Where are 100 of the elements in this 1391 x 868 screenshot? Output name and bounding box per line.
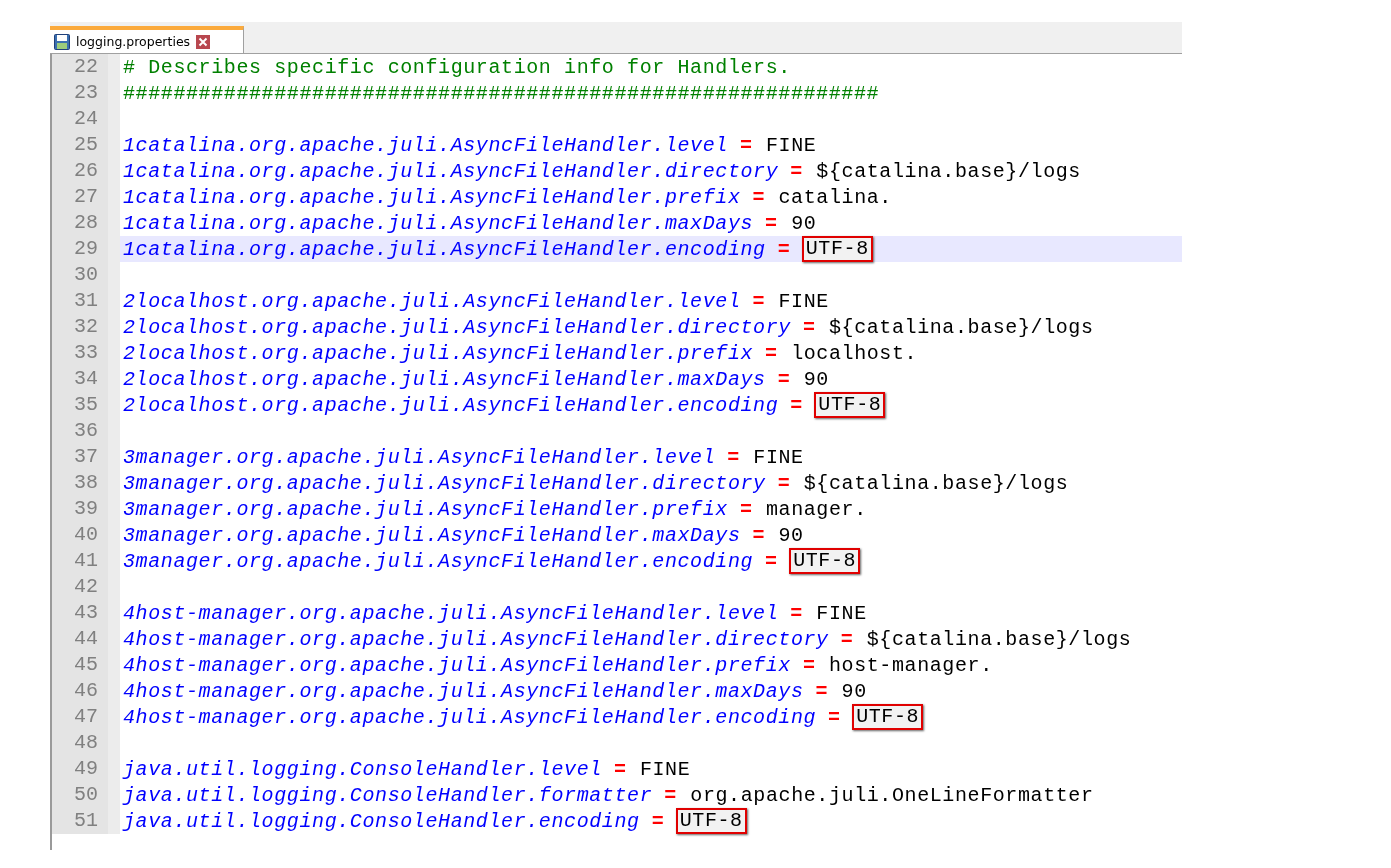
property-key: 3manager.org.apache.juli.AsyncFileHandler.level [123, 445, 716, 469]
property-key: 2localhost.org.apache.juli.AsyncFileHandler.prefix [123, 341, 754, 365]
line-number: 33 [52, 340, 120, 366]
comment-text: ############################################################ [123, 81, 880, 105]
property-key: 1catalina.org.apache.juli.AsyncFileHandler.maxDays [123, 211, 754, 235]
equals-sign: = [777, 367, 790, 391]
property-key: 4host-manager.org.apache.juli.AsyncFileHandler.prefix [123, 653, 791, 677]
property-value: host-manager. [827, 653, 994, 677]
property-value: FINE [777, 289, 830, 313]
property-key: java.util.logging.ConsoleHandler.level [123, 757, 602, 781]
comment-text: # Describes specific configuration info for Handlers. [123, 55, 791, 79]
equals-sign: = [664, 783, 677, 807]
equals-sign: = [840, 627, 853, 651]
property-key: 1catalina.org.apache.juli.AsyncFileHandler.encoding [123, 237, 766, 261]
equals-sign: = [802, 653, 815, 677]
property-value: localhost. [790, 341, 919, 365]
property-value: 90 [802, 367, 830, 391]
line-number: 48 [52, 730, 120, 756]
line-number: 46 [52, 678, 120, 704]
equals-sign: = [828, 705, 841, 729]
equals-sign: = [777, 237, 790, 261]
equals-sign: = [765, 211, 778, 235]
line-number: 40 [52, 522, 120, 548]
property-key: 4host-manager.org.apache.juli.AsyncFileHandler.level [123, 601, 779, 625]
property-key: java.util.logging.ConsoleHandler.encoding [123, 809, 640, 833]
equals-sign: = [790, 159, 803, 183]
file-tab[interactable]: logging.properties [50, 26, 244, 53]
property-value: 90 [790, 211, 818, 235]
line-number: 35 [52, 392, 120, 418]
line-number: 41 [52, 548, 120, 574]
equals-sign: = [613, 757, 626, 781]
equals-sign: = [651, 809, 664, 833]
equals-sign: = [765, 341, 778, 365]
line-number: 30 [52, 262, 120, 288]
property-key: 4host-manager.org.apache.juli.AsyncFileHandler.maxDays [123, 679, 804, 703]
property-value: ${catalina.base}/logs [815, 159, 1082, 183]
property-key: java.util.logging.ConsoleHandler.formatter [123, 783, 653, 807]
equals-sign: = [752, 289, 765, 313]
line-number: 42 [52, 574, 120, 600]
line-number: 43 [52, 600, 120, 626]
line-number: 32 [52, 314, 120, 340]
highlighted-value: UTF-8 [789, 548, 861, 574]
property-key: 1catalina.org.apache.juli.AsyncFileHandler.directory [123, 159, 779, 183]
line-number: 44 [52, 626, 120, 652]
property-value: org.apache.juli.OneLineFormatter [689, 783, 1095, 807]
property-key: 2localhost.org.apache.juli.AsyncFileHandler.encoding [123, 393, 779, 417]
line-number: 25 [52, 132, 120, 158]
highlighted-value: UTF-8 [852, 704, 924, 730]
property-value: 90 [777, 523, 805, 547]
property-value: manager. [764, 497, 868, 521]
line-number: 47 [52, 704, 120, 730]
line-number: 49 [52, 756, 120, 782]
line-number: 26 [52, 158, 120, 184]
property-value: 90 [840, 679, 868, 703]
equals-sign: = [802, 315, 815, 339]
line-number: 39 [52, 496, 120, 522]
property-value: catalina. [777, 185, 893, 209]
line-number: 34 [52, 366, 120, 392]
equals-sign: = [752, 185, 765, 209]
highlighted-value: UTF-8 [675, 808, 747, 834]
property-key: 3manager.org.apache.juli.AsyncFileHandler.encoding [123, 549, 754, 573]
equals-sign: = [739, 133, 752, 157]
property-key: 1catalina.org.apache.juli.AsyncFileHandler.prefix [123, 185, 741, 209]
line-number: 28 [52, 210, 120, 236]
line-number: 50 [52, 782, 120, 808]
property-key: 2localhost.org.apache.juli.AsyncFileHandler.level [123, 289, 741, 313]
equals-sign: = [790, 601, 803, 625]
property-value: FINE [815, 601, 868, 625]
highlighted-value: UTF-8 [814, 392, 886, 418]
property-key: 2localhost.org.apache.juli.AsyncFileHandler.directory [123, 315, 791, 339]
line-number: 27 [52, 184, 120, 210]
property-key: 3manager.org.apache.juli.AsyncFileHandler.maxDays [123, 523, 741, 547]
equals-sign: = [790, 393, 803, 417]
property-key: 4host-manager.org.apache.juli.AsyncFileHandler.directory [123, 627, 829, 651]
close-icon[interactable] [196, 34, 211, 49]
property-value: ${catalina.base}/logs [865, 627, 1133, 651]
equals-sign: = [765, 549, 778, 573]
property-value: FINE [752, 445, 805, 469]
property-value: ${catalina.base}/logs [827, 315, 1095, 339]
line-number: 24 [52, 106, 120, 132]
equals-sign: = [815, 679, 828, 703]
property-value: ${catalina.base}/logs [802, 471, 1070, 495]
equals-sign: = [777, 471, 790, 495]
property-value: FINE [764, 133, 818, 157]
property-key: 2localhost.org.apache.juli.AsyncFileHandler.maxDays [123, 367, 766, 391]
property-key: 3manager.org.apache.juli.AsyncFileHandler.prefix [123, 497, 728, 521]
line-number: 29 [52, 236, 120, 262]
property-key: 1catalina.org.apache.juli.AsyncFileHandler.level [123, 133, 728, 157]
property-key: 4host-manager.org.apache.juli.AsyncFileHandler.encoding [123, 705, 817, 729]
line-number: 23 [52, 80, 120, 106]
line-number: 37 [52, 444, 120, 470]
highlighted-value: UTF-8 [801, 236, 873, 262]
line-number: 45 [52, 652, 120, 678]
equals-sign: = [727, 445, 740, 469]
line-number: 36 [52, 418, 120, 444]
property-value: FINE [638, 757, 692, 781]
property-key: 3manager.org.apache.juli.AsyncFileHandler.directory [123, 471, 766, 495]
line-number: 31 [52, 288, 120, 314]
line-number: 22 [52, 54, 120, 80]
equals-sign: = [739, 497, 752, 521]
